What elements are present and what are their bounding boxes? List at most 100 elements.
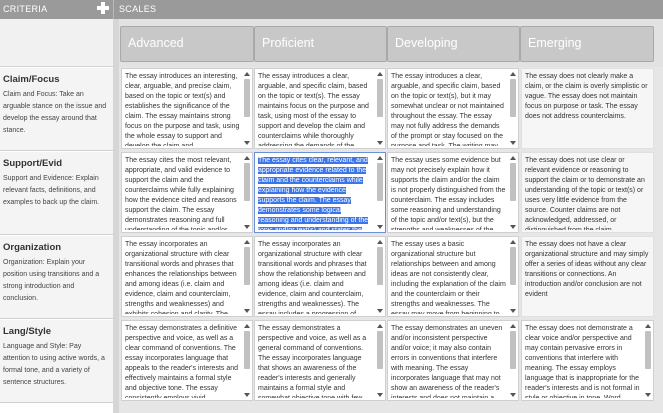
scroll-thumb[interactable] bbox=[244, 331, 250, 369]
scroll-down-icon[interactable] bbox=[645, 393, 651, 397]
cell-support-proficient[interactable]: The essay cites clear, relevant, and app… bbox=[254, 152, 386, 233]
cell-text[interactable]: The essay demonstrates a definitive pers… bbox=[125, 324, 240, 398]
cell-text[interactable]: The essay uses some evidence but may not… bbox=[391, 156, 506, 230]
scales-header: SCALES bbox=[119, 4, 157, 14]
scale-header-advanced[interactable]: Advanced bbox=[120, 26, 254, 62]
cell-scrollbar[interactable] bbox=[509, 71, 517, 146]
criteria-support-evid[interactable]: Support/Evid Support and Evidence: Expla… bbox=[0, 152, 113, 235]
scroll-thumb[interactable] bbox=[377, 331, 383, 369]
cell-scrollbar[interactable] bbox=[376, 323, 384, 398]
scroll-up-icon[interactable] bbox=[377, 156, 383, 160]
cell-text[interactable]: The essay introduces a clear, arguable, … bbox=[258, 72, 373, 146]
criteria-lang-style[interactable]: Lang/Style Language and Style: Pay atten… bbox=[0, 320, 113, 403]
cell-text[interactable]: The essay incorporates an organizational… bbox=[125, 240, 240, 314]
cell-text[interactable]: The essay demonstrates a perspective and… bbox=[258, 324, 373, 398]
cell-lang-proficient[interactable]: The essay demonstrates a perspective and… bbox=[254, 320, 386, 401]
scroll-thumb[interactable] bbox=[510, 331, 516, 369]
scroll-down-icon[interactable] bbox=[377, 393, 383, 397]
cell-organization-emerging[interactable]: The essay does not have a clear organiza… bbox=[521, 236, 654, 317]
scroll-thumb[interactable] bbox=[244, 79, 250, 117]
scroll-thumb[interactable] bbox=[510, 247, 516, 285]
cell-text[interactable]: The essay uses a basic organizational st… bbox=[391, 240, 506, 314]
cell-scrollbar[interactable] bbox=[376, 71, 384, 146]
cell-scrollbar[interactable] bbox=[509, 239, 517, 314]
scroll-up-icon[interactable] bbox=[510, 72, 516, 76]
scroll-up-icon[interactable] bbox=[645, 324, 651, 328]
scale-header-developing[interactable]: Developing bbox=[387, 26, 520, 62]
top-bar: CRITERIA SCALES bbox=[0, 0, 663, 19]
cell-organization-proficient[interactable]: The essay incorporates an organizational… bbox=[254, 236, 386, 317]
scroll-down-icon[interactable] bbox=[377, 225, 383, 229]
column-divider[interactable] bbox=[113, 19, 119, 413]
cell-text[interactable]: The essay introduces an interesting, cle… bbox=[125, 72, 240, 146]
cell-text[interactable]: The essay does not clearly make a claim,… bbox=[525, 72, 650, 146]
scroll-thumb[interactable] bbox=[377, 79, 383, 117]
scroll-up-icon[interactable] bbox=[244, 324, 250, 328]
cell-scrollbar[interactable] bbox=[243, 239, 251, 314]
cell-scrollbar[interactable] bbox=[509, 155, 517, 230]
scroll-up-icon[interactable] bbox=[377, 72, 383, 76]
criteria-header-spacer bbox=[0, 19, 113, 67]
scroll-down-icon[interactable] bbox=[510, 393, 516, 397]
cell-text[interactable]: The essay does not have a clear organiza… bbox=[525, 240, 650, 314]
cell-support-advanced[interactable]: The essay cites the most relevant, appro… bbox=[121, 152, 253, 233]
scroll-down-icon[interactable] bbox=[244, 309, 250, 313]
scroll-thumb[interactable] bbox=[244, 247, 250, 285]
cell-scrollbar[interactable] bbox=[644, 323, 652, 398]
cell-scrollbar[interactable] bbox=[509, 323, 517, 398]
scroll-up-icon[interactable] bbox=[510, 324, 516, 328]
cell-scrollbar[interactable] bbox=[243, 71, 251, 146]
cell-organization-advanced[interactable]: The essay incorporates an organizational… bbox=[121, 236, 253, 317]
scroll-thumb[interactable] bbox=[244, 163, 250, 201]
scroll-thumb[interactable] bbox=[645, 331, 651, 369]
scroll-up-icon[interactable] bbox=[377, 240, 383, 244]
cell-support-emerging[interactable]: The essay does not use clear or relevant… bbox=[521, 152, 654, 233]
cell-text[interactable]: The essay does not use clear or relevant… bbox=[525, 156, 650, 230]
cell-lang-emerging[interactable]: The essay does not demonstrate a clear v… bbox=[521, 320, 654, 401]
cell-support-developing[interactable]: The essay uses some evidence but may not… bbox=[387, 152, 519, 233]
scroll-down-icon[interactable] bbox=[244, 393, 250, 397]
scroll-down-icon[interactable] bbox=[510, 225, 516, 229]
scroll-down-icon[interactable] bbox=[244, 225, 250, 229]
cell-text[interactable]: The essay introduces a clear, arguable, … bbox=[391, 72, 506, 146]
scroll-down-icon[interactable] bbox=[377, 141, 383, 145]
scale-header-proficient[interactable]: Proficient bbox=[254, 26, 387, 62]
cell-text[interactable]: The essay does not demonstrate a clear v… bbox=[525, 324, 641, 398]
cell-text[interactable]: The essay cites the most relevant, appro… bbox=[125, 156, 240, 230]
cell-claim-emerging[interactable]: The essay does not clearly make a claim,… bbox=[521, 68, 654, 149]
scroll-thumb[interactable] bbox=[377, 163, 383, 201]
scroll-down-icon[interactable] bbox=[510, 141, 516, 145]
scroll-up-icon[interactable] bbox=[510, 156, 516, 160]
cell-scrollbar[interactable] bbox=[243, 323, 251, 398]
cell-text[interactable]: The essay incorporates an organizational… bbox=[258, 240, 373, 314]
cell-text[interactable]: The essay demonstrates an uneven and/or … bbox=[391, 324, 506, 398]
scroll-up-icon[interactable] bbox=[244, 72, 250, 76]
cell-scrollbar[interactable] bbox=[243, 155, 251, 230]
cell-claim-developing[interactable]: The essay introduces a clear, arguable, … bbox=[387, 68, 519, 149]
scroll-up-icon[interactable] bbox=[377, 324, 383, 328]
selected-text[interactable]: The essay cites clear, relevant, and app… bbox=[258, 157, 369, 230]
scroll-down-icon[interactable] bbox=[377, 309, 383, 313]
criteria-claim-focus[interactable]: Claim/Focus Claim and Focus: Take an arg… bbox=[0, 68, 113, 151]
scale-header-emerging[interactable]: Emerging bbox=[520, 26, 654, 62]
add-criteria-icon[interactable] bbox=[96, 1, 110, 15]
scroll-down-icon[interactable] bbox=[510, 309, 516, 313]
cell-text[interactable]: The essay cites clear, relevant, and app… bbox=[258, 156, 373, 230]
scroll-up-icon[interactable] bbox=[244, 156, 250, 160]
cell-scrollbar[interactable] bbox=[376, 239, 384, 314]
cell-claim-advanced[interactable]: The essay introduces an interesting, cle… bbox=[121, 68, 253, 149]
scroll-thumb[interactable] bbox=[510, 163, 516, 201]
scroll-thumb[interactable] bbox=[377, 247, 383, 285]
cell-lang-developing[interactable]: The essay demonstrates an uneven and/or … bbox=[387, 320, 519, 401]
cell-scrollbar[interactable] bbox=[376, 155, 384, 230]
scroll-down-icon[interactable] bbox=[244, 141, 250, 145]
criteria-description: Organization: Explain your position usin… bbox=[3, 259, 100, 302]
cell-lang-advanced[interactable]: The essay demonstrates a definitive pers… bbox=[121, 320, 253, 401]
criteria-organization[interactable]: Organization Organization: Explain your … bbox=[0, 236, 113, 319]
scroll-up-icon[interactable] bbox=[510, 240, 516, 244]
scroll-thumb[interactable] bbox=[510, 79, 516, 117]
cell-claim-proficient[interactable]: The essay introduces a clear, arguable, … bbox=[254, 68, 386, 149]
scroll-up-icon[interactable] bbox=[244, 240, 250, 244]
cell-organization-developing[interactable]: The essay uses a basic organizational st… bbox=[387, 236, 519, 317]
criteria-description: Support and Evidence: Explain relevant f… bbox=[3, 175, 100, 206]
